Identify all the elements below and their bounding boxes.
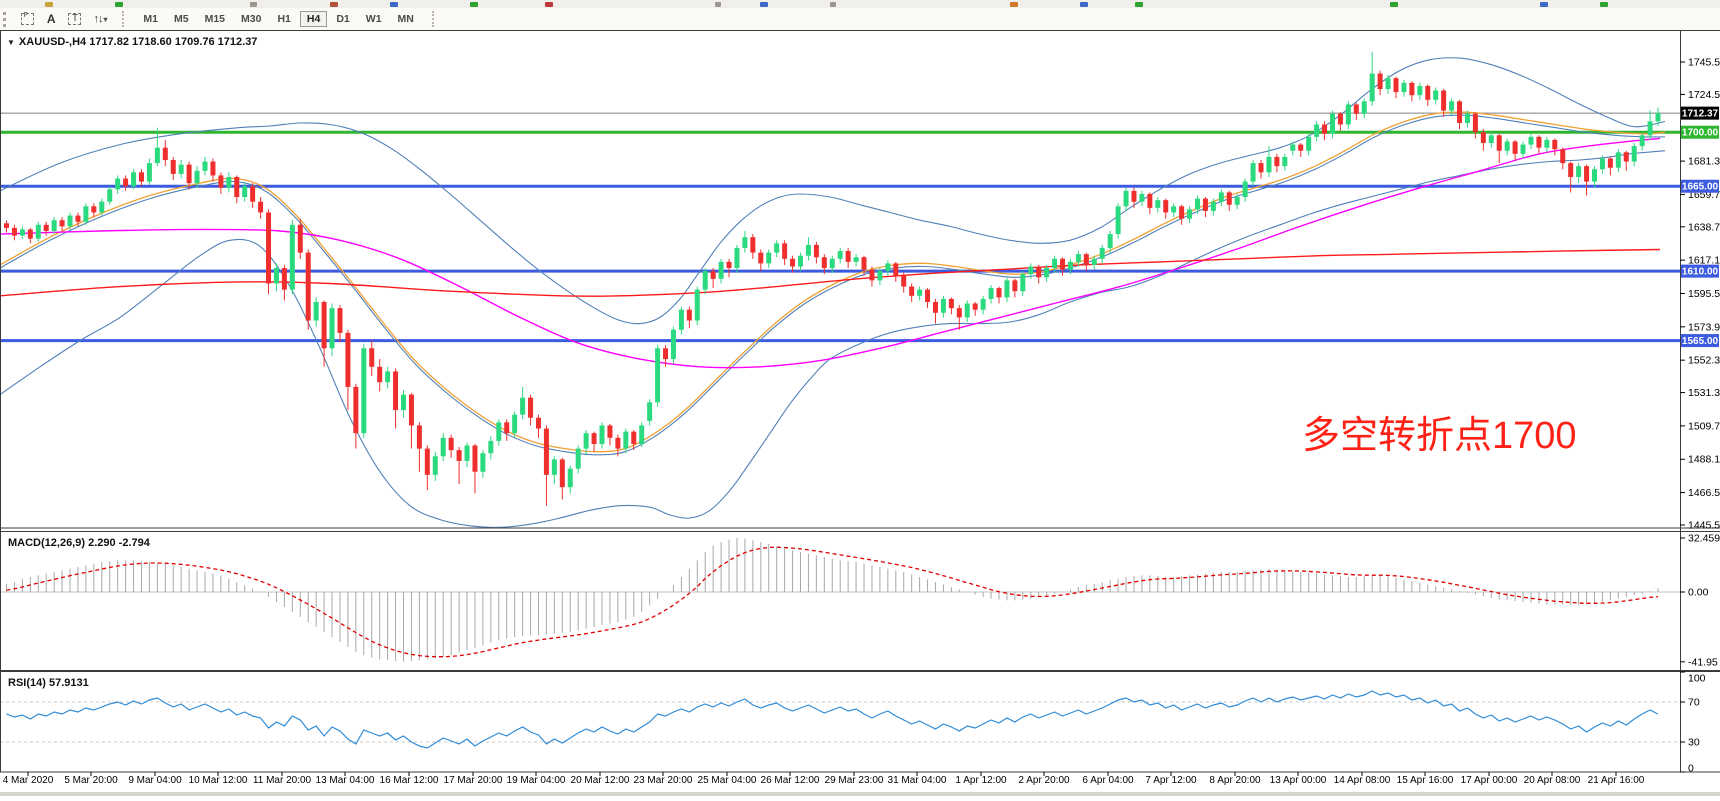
time-tick-label: 15 Apr 16:00 bbox=[1397, 775, 1454, 786]
macd-tick-label: -41.95 bbox=[1688, 656, 1718, 668]
toolbar-icon-fragment bbox=[115, 2, 123, 7]
macd-values: 2.290 -2.794 bbox=[88, 537, 150, 549]
time-tick-label: 13 Apr 00:00 bbox=[1270, 775, 1327, 786]
time-tick-label: 20 Apr 08:00 bbox=[1524, 775, 1581, 786]
toolbar-separator bbox=[122, 11, 125, 27]
time-tick-label: 25 Mar 04:00 bbox=[698, 775, 757, 786]
macd-tick-label: 32.459 bbox=[1688, 532, 1720, 544]
time-tick-label: 31 Mar 04:00 bbox=[888, 775, 947, 786]
toolbar-icon-fragment bbox=[545, 2, 553, 7]
timeframe-button-m1[interactable]: M1 bbox=[136, 11, 165, 27]
toolbar-icon-fragment bbox=[1390, 2, 1398, 7]
toolbar-icon-fragment bbox=[760, 2, 768, 7]
svg-text:1712.37: 1712.37 bbox=[1682, 109, 1719, 120]
time-tick-label: 17 Mar 20:00 bbox=[444, 775, 503, 786]
toolbar-icon-fragment bbox=[1600, 2, 1608, 7]
text-label-icon[interactable]: A bbox=[47, 11, 56, 27]
price-tick-label: 1445.50 bbox=[1688, 519, 1720, 531]
rsi-name: RSI(14) bbox=[8, 677, 46, 689]
price-tick-label: 1573.90 bbox=[1688, 321, 1720, 333]
time-tick-label: 19 Mar 04:00 bbox=[507, 775, 566, 786]
svg-text:1700.00: 1700.00 bbox=[1682, 128, 1719, 139]
rsi-tick-label: 70 bbox=[1688, 697, 1700, 709]
timeframe-button-h1[interactable]: H1 bbox=[270, 11, 297, 27]
price-tick-label: 1724.50 bbox=[1688, 89, 1720, 101]
time-tick-label: 17 Apr 00:00 bbox=[1461, 775, 1518, 786]
toolbar-icon-fragment bbox=[330, 2, 338, 7]
arrows-glyph: ↑↓ bbox=[93, 13, 102, 25]
time-tick-label: 14 Apr 08:00 bbox=[1334, 775, 1391, 786]
time-tick-label: 4 Mar 2020 bbox=[3, 775, 54, 786]
symbol-ohlc-line[interactable]: ▼ XAUUSD-,H4 1717.82 1718.60 1709.76 1712… bbox=[7, 36, 257, 48]
time-tick-label: 7 Apr 12:00 bbox=[1145, 775, 1197, 786]
time-tick-label: 13 Mar 04:00 bbox=[316, 775, 375, 786]
price-tick-label: 1681.30 bbox=[1688, 156, 1720, 168]
time-tick-label: 9 Mar 04:00 bbox=[128, 775, 182, 786]
time-tick-label: 11 Mar 20:00 bbox=[253, 775, 312, 786]
rsi-indicator-label: RSI(14) 57.9131 bbox=[8, 677, 89, 689]
timeframe-button-w1[interactable]: W1 bbox=[359, 11, 389, 27]
rsi-tick-label: 100 bbox=[1688, 673, 1706, 685]
toolbar-icon-fragment bbox=[1080, 2, 1088, 7]
frame-tool-icon[interactable]: F bbox=[21, 13, 34, 25]
rsi-tick-label: 30 bbox=[1688, 737, 1700, 749]
macd-indicator-label: MACD(12,26,9) 2.290 -2.794 bbox=[8, 537, 150, 549]
timeframe-button-d1[interactable]: D1 bbox=[329, 11, 356, 27]
toolbar-icon-fragment bbox=[1010, 2, 1018, 7]
toolbar-icon-fragment bbox=[715, 2, 721, 7]
rsi-value: 57.9131 bbox=[49, 677, 89, 689]
time-tick-label: 26 Mar 12:00 bbox=[761, 775, 820, 786]
toolbar-icon-fragment bbox=[1540, 2, 1548, 7]
chevron-down-icon[interactable]: ▼ bbox=[7, 38, 15, 47]
chart-annotation-text: 多空转折点1700 bbox=[1302, 404, 1577, 459]
price-tick-label: 1595.50 bbox=[1688, 288, 1720, 300]
price-tick-label: 1552.30 bbox=[1688, 355, 1720, 367]
toolbar-icon-fragment bbox=[830, 2, 836, 7]
textbox-icon[interactable]: T bbox=[68, 13, 81, 25]
toolbar-icon-fragment bbox=[1135, 2, 1143, 7]
price-tick-label: 1638.70 bbox=[1688, 221, 1720, 233]
price-tick-label: 1488.10 bbox=[1688, 454, 1720, 466]
arrows-icon[interactable]: ↑↓▾ bbox=[93, 10, 107, 28]
timeframe-button-m5[interactable]: M5 bbox=[167, 11, 196, 27]
macd-name: MACD(12,26,9) bbox=[8, 537, 85, 549]
time-tick-label: 10 Mar 12:00 bbox=[189, 775, 248, 786]
svg-text:1665.00: 1665.00 bbox=[1682, 182, 1719, 193]
time-tick-label: 6 Apr 04:00 bbox=[1082, 775, 1134, 786]
price-tick-label: 1466.50 bbox=[1688, 487, 1720, 499]
status-strip bbox=[0, 792, 1720, 796]
time-tick-label: 16 Mar 12:00 bbox=[380, 775, 439, 786]
time-tick-label: 29 Mar 23:00 bbox=[825, 775, 884, 786]
toolbar: F A T ↑↓▾ M1M5M15M30H1H4D1W1MN bbox=[0, 8, 1720, 31]
timeframe-button-mn[interactable]: MN bbox=[391, 11, 421, 27]
rsi-tick-label: 0 bbox=[1688, 763, 1694, 775]
time-tick-label: 20 Mar 12:00 bbox=[571, 775, 630, 786]
toolbar-icon-fragment bbox=[250, 2, 257, 7]
svg-text:1565.00: 1565.00 bbox=[1682, 336, 1719, 347]
symbol-ohlc-text: XAUUSD-,H4 1717.82 1718.60 1709.76 1712.… bbox=[19, 36, 258, 48]
chevron-down-icon[interactable]: ▾ bbox=[103, 15, 107, 24]
time-tick-label: 23 Mar 20:00 bbox=[634, 775, 693, 786]
price-tick-label: 1509.70 bbox=[1688, 420, 1720, 432]
timeframe-button-m15[interactable]: M15 bbox=[198, 11, 232, 27]
toolbar-icon-fragment bbox=[45, 2, 53, 7]
time-tick-label: 1 Apr 12:00 bbox=[955, 775, 1007, 786]
time-tick-label: 2 Apr 20:00 bbox=[1018, 775, 1070, 786]
macd-tick-label: 0.00 bbox=[1688, 587, 1709, 599]
time-tick-label: 8 Apr 20:00 bbox=[1209, 775, 1261, 786]
toolbar-icon-fragment bbox=[470, 2, 478, 7]
price-tick-label: 1531.30 bbox=[1688, 387, 1720, 399]
toolbar-icon-fragment bbox=[390, 2, 398, 7]
time-tick-label: 5 Mar 20:00 bbox=[64, 775, 118, 786]
timeframe-buttons: M1M5M15M30H1H4D1W1MN bbox=[135, 9, 421, 26]
timeframe-button-m30[interactable]: M30 bbox=[234, 11, 268, 27]
toolbar-drag-handle[interactable] bbox=[3, 12, 9, 27]
price-tick-label: 1745.50 bbox=[1688, 57, 1720, 69]
svg-text:1610.00: 1610.00 bbox=[1682, 267, 1719, 278]
toolbar-separator bbox=[432, 11, 435, 27]
time-tick-label: 21 Apr 16:00 bbox=[1588, 775, 1645, 786]
timeframe-button-h4[interactable]: H4 bbox=[300, 11, 327, 27]
